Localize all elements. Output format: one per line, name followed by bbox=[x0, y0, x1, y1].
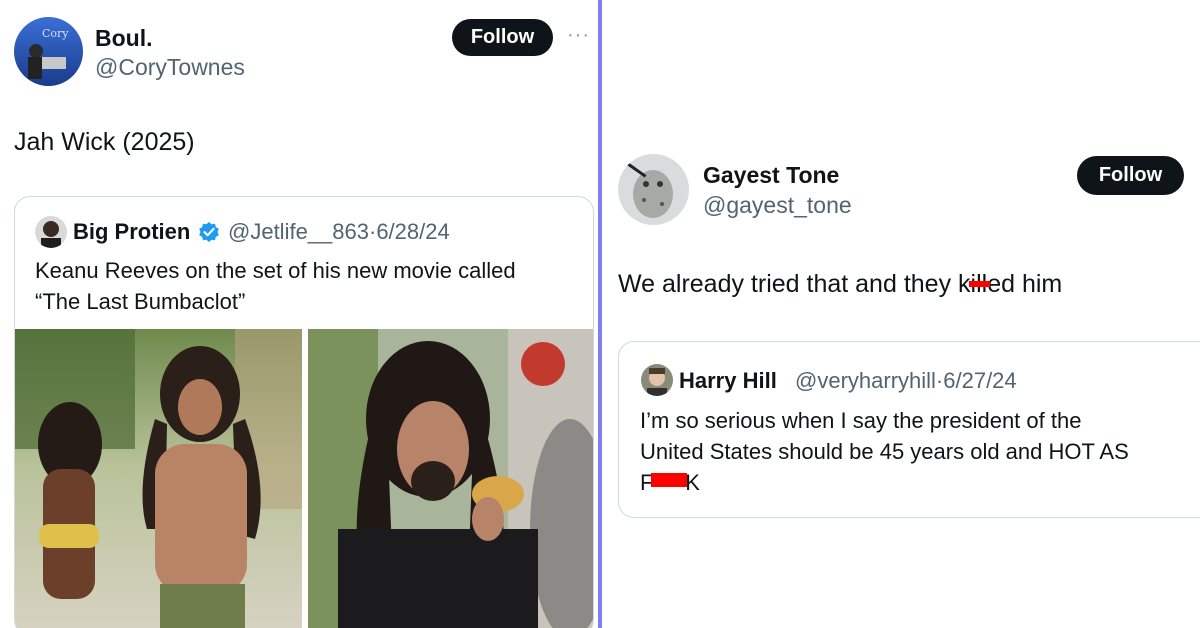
redaction-bar bbox=[651, 473, 688, 487]
tweet-text: Jah Wick (2025) bbox=[14, 128, 195, 156]
quoted-media-image-1[interactable] bbox=[15, 329, 302, 628]
quoted-author-handle: @veryharryhill bbox=[795, 368, 936, 393]
left-tweet: Cory Boul. @CoryTownes Follow ··· Jah Wi… bbox=[0, 0, 598, 628]
redacted-text: ill bbox=[968, 270, 991, 299]
redacted-text: UC bbox=[651, 467, 688, 498]
follow-button[interactable]: Follow bbox=[1077, 156, 1184, 195]
tweet-text: We already tried that and they killed hi… bbox=[618, 270, 1062, 299]
quoted-author-name: Harry Hill bbox=[679, 368, 777, 393]
author-name[interactable]: Gayest Tone bbox=[703, 162, 839, 189]
svg-text:Cory: Cory bbox=[42, 27, 69, 40]
quoted-date[interactable]: 6/27/24 bbox=[943, 368, 1016, 393]
gayest-tone-avatar[interactable] bbox=[618, 154, 689, 225]
quoted-author-name: Big Protien bbox=[73, 219, 191, 244]
tweet-text-end: ed him bbox=[987, 270, 1063, 298]
quoted-avatar bbox=[641, 364, 673, 396]
quoted-tweet[interactable]: Harry Hill @veryharryhill·6/27/24 I’m so… bbox=[618, 341, 1200, 518]
quoted-avatar bbox=[35, 216, 67, 248]
quoted-date[interactable]: 6/28/24 bbox=[376, 219, 449, 244]
author-handle[interactable]: @CoryTownes bbox=[95, 54, 245, 81]
quoted-text: I’m so serious when I say the president … bbox=[640, 405, 1200, 498]
quoted-author-handle: @Jetlife__863 bbox=[228, 219, 369, 244]
quoted-media-image-2[interactable] bbox=[308, 329, 593, 628]
quoted-meta: @veryharryhill·6/27/24 bbox=[795, 368, 1017, 394]
more-options-icon[interactable]: ··· bbox=[567, 24, 590, 47]
tweet-text-start: We already tried that and they k bbox=[618, 270, 971, 298]
quoted-tweet[interactable]: Big Protien @Jetlife__863·6/28/24 Keanu … bbox=[14, 196, 594, 628]
quoted-text-line1: I’m so serious when I say the president … bbox=[640, 408, 1082, 433]
quoted-text-line3: FUCK bbox=[640, 467, 1200, 498]
right-tweet: Gayest Tone @gayest_tone Follow We alrea… bbox=[602, 0, 1200, 628]
line3-end: K bbox=[685, 470, 700, 495]
quoted-text-line2: “The Last Bumbaclot” bbox=[35, 289, 246, 314]
quoted-text-line2: United States should be 45 years old and… bbox=[640, 439, 1129, 464]
quoted-text: Keanu Reeves on the set of his new movie… bbox=[35, 255, 580, 317]
quoted-text-line1: Keanu Reeves on the set of his new movie… bbox=[35, 258, 516, 283]
boul-avatar[interactable]: Cory bbox=[14, 17, 83, 86]
author-name[interactable]: Boul. bbox=[95, 25, 153, 52]
quoted-meta: @Jetlife__863·6/28/24 bbox=[228, 219, 450, 245]
verified-badge-icon bbox=[198, 221, 220, 243]
redaction-bar bbox=[968, 281, 991, 287]
author-handle[interactable]: @gayest_tone bbox=[703, 192, 852, 219]
follow-button[interactable]: Follow bbox=[452, 19, 553, 56]
